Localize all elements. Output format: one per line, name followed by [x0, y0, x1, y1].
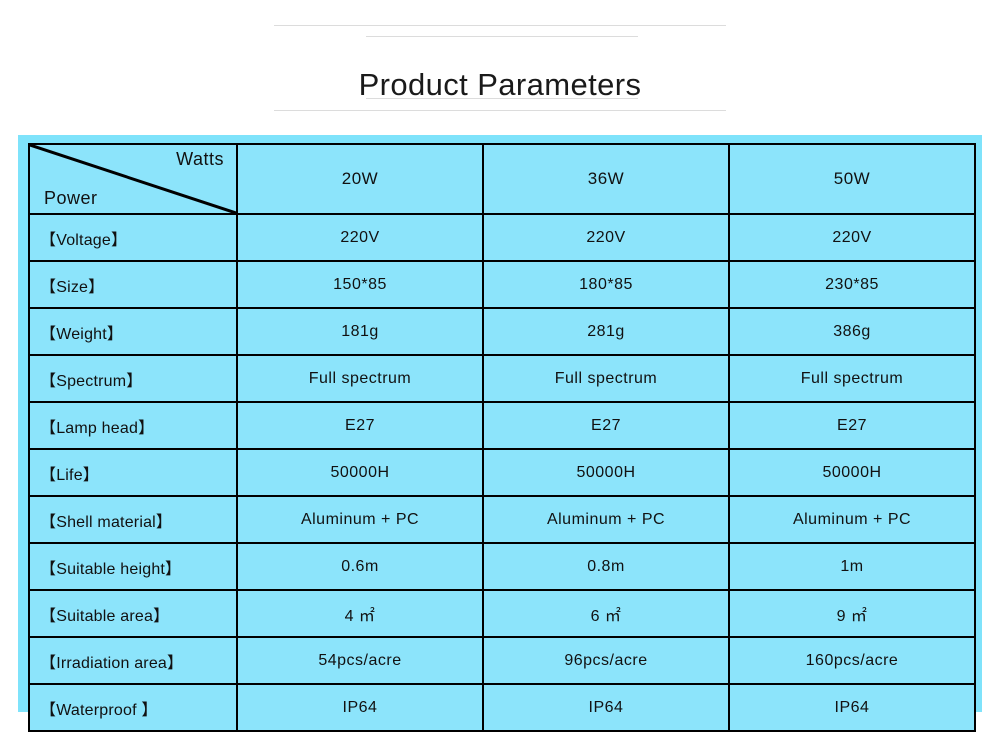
cell-irradiation-area-50w: 160pcs/acre: [728, 636, 976, 685]
cell-shell-material-50w: Aluminum + PC: [728, 495, 976, 544]
row-label-irradiation-area: 【Irradiation area】: [28, 636, 238, 685]
cell-voltage-36w: 220V: [482, 213, 730, 262]
cell-irradiation-area-20w: 54pcs/acre: [236, 636, 484, 685]
cell-voltage-20w: 220V: [236, 213, 484, 262]
row-label-spectrum: 【Spectrum】: [28, 354, 238, 403]
cell-suitable-area-20w: 4 ㎡: [236, 589, 484, 638]
cell-weight-36w: 281g: [482, 307, 730, 356]
table-row: 【Weight】 181g 281g 386g: [28, 307, 976, 356]
table-row: 【Life】 50000H 50000H 50000H: [28, 448, 976, 497]
row-label-suitable-height: 【Suitable height】: [28, 542, 238, 591]
table-row: 【Suitable area】 4 ㎡ 6 ㎡ 9 ㎡: [28, 589, 976, 638]
row-label-shell-material: 【Shell material】: [28, 495, 238, 544]
cell-suitable-height-50w: 1m: [728, 542, 976, 591]
cell-size-50w: 230*85: [728, 260, 976, 309]
cell-suitable-area-36w: 6 ㎡: [482, 589, 730, 638]
row-label-size: 【Size】: [28, 260, 238, 309]
row-label-life: 【Life】: [28, 448, 238, 497]
column-header-3: 50W: [728, 143, 976, 215]
page-header: Product Parameters: [0, 0, 1000, 135]
cell-shell-material-20w: Aluminum + PC: [236, 495, 484, 544]
column-header-2: 36W: [482, 143, 730, 215]
product-parameters-table: Watts Power 20W 36W 50W 【Voltage】 220V 2…: [28, 143, 976, 732]
table-row: 【Waterproof 】 IP64 IP64 IP64: [28, 683, 976, 732]
table-row: 【Shell material】 Aluminum + PC Aluminum …: [28, 495, 976, 544]
column-header-1: 20W: [236, 143, 484, 215]
cell-life-20w: 50000H: [236, 448, 484, 497]
table-row: 【Irradiation area】 54pcs/acre 96pcs/acre…: [28, 636, 976, 685]
cell-suitable-height-20w: 0.6m: [236, 542, 484, 591]
row-label-waterproof: 【Waterproof 】: [28, 683, 238, 732]
cell-weight-20w: 181g: [236, 307, 484, 356]
cell-spectrum-20w: Full spectrum: [236, 354, 484, 403]
cell-lamp-head-20w: E27: [236, 401, 484, 450]
cell-irradiation-area-36w: 96pcs/acre: [482, 636, 730, 685]
corner-watts-label: Watts: [176, 149, 224, 169]
corner-split-header-cell: Watts Power: [28, 143, 238, 215]
cell-voltage-50w: 220V: [728, 213, 976, 262]
decorative-rule-inner-bottom: [366, 98, 638, 99]
table-header-row: Watts Power 20W 36W 50W: [28, 143, 976, 215]
table-row: 【Spectrum】 Full spectrum Full spectrum F…: [28, 354, 976, 403]
corner-inner: Watts Power: [30, 145, 236, 213]
decorative-rule-outer-bottom: [274, 110, 726, 111]
cell-shell-material-36w: Aluminum + PC: [482, 495, 730, 544]
corner-power-label: Power: [44, 188, 98, 208]
cell-lamp-head-50w: E27: [728, 401, 976, 450]
cell-size-20w: 150*85: [236, 260, 484, 309]
table-body: Watts Power 20W 36W 50W 【Voltage】 220V 2…: [28, 143, 976, 732]
row-label-voltage: 【Voltage】: [28, 213, 238, 262]
decorative-rule-outer-top: [274, 25, 726, 26]
table-row: 【Suitable height】 0.6m 0.8m 1m: [28, 542, 976, 591]
cell-spectrum-50w: Full spectrum: [728, 354, 976, 403]
spec-panel: Watts Power 20W 36W 50W 【Voltage】 220V 2…: [18, 135, 982, 732]
cell-lamp-head-36w: E27: [482, 401, 730, 450]
cell-size-36w: 180*85: [482, 260, 730, 309]
row-label-weight: 【Weight】: [28, 307, 238, 356]
row-label-lamp-head: 【Lamp head】: [28, 401, 238, 450]
product-parameters-page: Product Parameters Watts Power 20W 36W 5…: [0, 0, 1000, 748]
table-row: 【Lamp head】 E27 E27 E27: [28, 401, 976, 450]
cell-waterproof-36w: IP64: [482, 683, 730, 732]
table-row: 【Size】 150*85 180*85 230*85: [28, 260, 976, 309]
cell-waterproof-50w: IP64: [728, 683, 976, 732]
row-label-suitable-area: 【Suitable area】: [28, 589, 238, 638]
decorative-rule-inner-top: [366, 36, 638, 37]
cell-weight-50w: 386g: [728, 307, 976, 356]
cell-suitable-area-50w: 9 ㎡: [728, 589, 976, 638]
cell-spectrum-36w: Full spectrum: [482, 354, 730, 403]
cell-suitable-height-36w: 0.8m: [482, 542, 730, 591]
cell-waterproof-20w: IP64: [236, 683, 484, 732]
cell-life-50w: 50000H: [728, 448, 976, 497]
table-row: 【Voltage】 220V 220V 220V: [28, 213, 976, 262]
cell-life-36w: 50000H: [482, 448, 730, 497]
